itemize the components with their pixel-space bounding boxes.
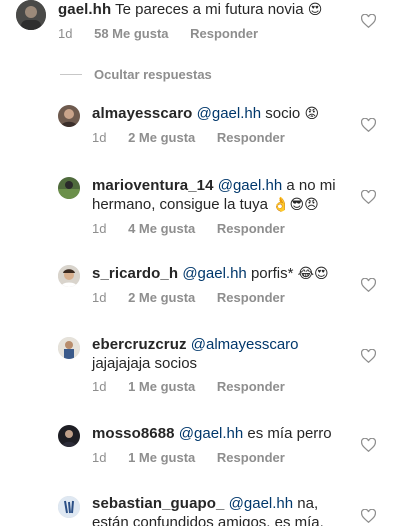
- heart-icon[interactable]: [361, 509, 376, 523]
- reply-meta: 1d 2 Me gusta Responder: [92, 130, 303, 145]
- reply-meta: 1d 4 Me gusta Responder: [92, 221, 303, 236]
- reply-time: 1d: [92, 290, 107, 305]
- avatar-marioventura[interactable]: [58, 177, 80, 199]
- reply-username[interactable]: mosso8688: [92, 425, 175, 442]
- reply-likes[interactable]: 2 Me gusta: [128, 130, 195, 145]
- comment-text: gael.hh Te pareces a mi futura novia 😍: [58, 0, 358, 20]
- reply-body: porfis*: [250, 265, 294, 282]
- reply-likes[interactable]: 2 Me gusta: [128, 290, 195, 305]
- avatar-almayesscaro[interactable]: [58, 105, 80, 127]
- hide-replies-label[interactable]: Ocultar respuestas: [94, 67, 212, 82]
- reply-username[interactable]: sebastian_guapo_: [92, 495, 224, 512]
- reply-body: socio: [265, 105, 301, 122]
- reply-text: marioventura_14 @gael.hh a no mi hermano…: [92, 176, 342, 215]
- reply-body: es mía perro: [247, 425, 332, 442]
- reply-emoji: 👌😎😠: [272, 197, 319, 213]
- reply-time: 1d: [92, 379, 107, 394]
- reply-text: ebercruzcruz @almayesscaro jajajajaja so…: [92, 335, 362, 373]
- reply-text: mosso8688 @gael.hh es mía perro: [92, 424, 362, 443]
- comment-time: 1d: [58, 26, 73, 41]
- avatar-ebercruzcruz[interactable]: [58, 337, 80, 359]
- heart-icon[interactable]: [361, 118, 376, 132]
- reply-likes[interactable]: 1 Me gusta: [128, 379, 195, 394]
- heart-icon[interactable]: [361, 278, 376, 292]
- reply-time: 1d: [92, 450, 107, 465]
- reply-body-cont: están confundidos amigos, es mía.: [92, 514, 324, 526]
- reply-meta: 1d 1 Me gusta Responder: [92, 379, 303, 394]
- reply-body: a no mi: [286, 177, 336, 194]
- comment-meta: 1d 58 Me gusta Responder: [58, 26, 276, 41]
- reply-button[interactable]: Responder: [217, 379, 285, 394]
- reply-meta: 1d 1 Me gusta Responder: [92, 450, 303, 465]
- reply-text: sebastian_guapo_ @gael.hh na, están conf…: [92, 494, 362, 526]
- reply-time: 1d: [92, 130, 107, 145]
- reply-mention[interactable]: @gael.hh: [218, 177, 282, 194]
- reply-text: s_ricardo_h @gael.hh porfis* 😂😍: [92, 264, 362, 284]
- reply-emoji: 😡: [304, 106, 320, 122]
- reply-mention[interactable]: @gael.hh: [179, 425, 243, 442]
- comment-body: Te pareces a mi futura novia: [115, 1, 304, 18]
- hide-replies-divider: [60, 73, 82, 75]
- reply-button[interactable]: Responder: [217, 290, 285, 305]
- reply-username[interactable]: ebercruzcruz: [92, 336, 187, 353]
- reply-likes[interactable]: 4 Me gusta: [128, 221, 195, 236]
- reply-button[interactable]: Responder: [190, 26, 258, 41]
- comment-username[interactable]: gael.hh: [58, 1, 111, 18]
- heart-icon[interactable]: [361, 349, 376, 363]
- reply-username[interactable]: marioventura_14: [92, 177, 214, 194]
- heart-icon[interactable]: [361, 190, 376, 204]
- reply-body-cont: hermano, consigue la tuya: [92, 196, 268, 213]
- reply-time: 1d: [92, 221, 107, 236]
- reply-likes[interactable]: 1 Me gusta: [128, 450, 195, 465]
- reply-text: almayesscaro @gael.hh socio 😡: [92, 104, 362, 124]
- reply-mention[interactable]: @gael.hh: [229, 495, 293, 512]
- reply-meta: 1d 2 Me gusta Responder: [92, 290, 303, 305]
- avatar-mosso8688[interactable]: [58, 425, 80, 447]
- reply-mention[interactable]: @almayesscaro: [191, 336, 299, 353]
- reply-body: na,: [297, 495, 319, 512]
- hide-replies-toggle[interactable]: Ocultar respuestas: [60, 64, 212, 84]
- avatar-gael[interactable]: [16, 0, 46, 30]
- reply-mention[interactable]: @gael.hh: [182, 265, 246, 282]
- reply-button[interactable]: Responder: [217, 221, 285, 236]
- reply-body: jajajajaja socios: [92, 355, 198, 372]
- reply-mention[interactable]: @gael.hh: [197, 105, 261, 122]
- reply-button[interactable]: Responder: [217, 130, 285, 145]
- reply-username[interactable]: s_ricardo_h: [92, 265, 178, 282]
- comment-emoji: 😍: [307, 2, 323, 18]
- reply-button[interactable]: Responder: [217, 450, 285, 465]
- avatar-s-ricardo[interactable]: [58, 265, 80, 287]
- heart-icon[interactable]: [361, 14, 376, 28]
- avatar-sebastian-guapo[interactable]: [58, 496, 80, 518]
- reply-username[interactable]: almayesscaro: [92, 105, 192, 122]
- comment-likes[interactable]: 58 Me gusta: [94, 26, 168, 41]
- heart-icon[interactable]: [361, 438, 376, 452]
- reply-emoji: 😂😍: [297, 266, 329, 282]
